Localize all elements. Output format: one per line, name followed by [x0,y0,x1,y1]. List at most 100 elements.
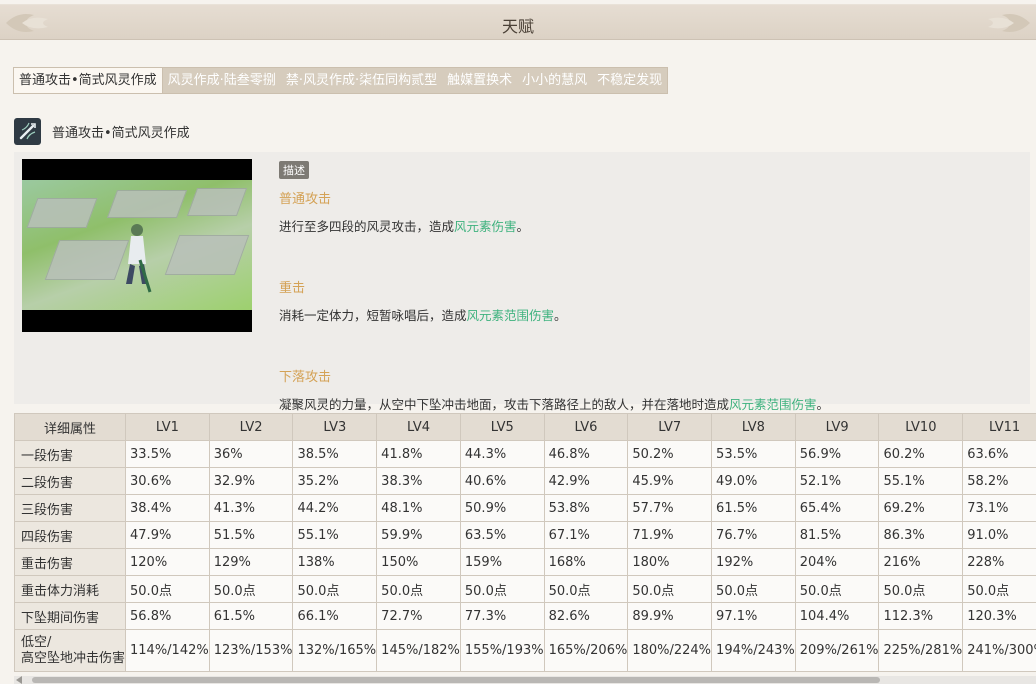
table-cell: 50.0点 [208,575,294,603]
table-cell: 50.0点 [459,575,545,603]
tab-elemental-burst[interactable]: 禁·风灵作成·柒伍同构贰型 [281,68,442,93]
table-cell: 120.3% [962,602,1036,630]
table-cell: 145%/182% [376,629,461,672]
table-cell: 155%/193% [459,629,545,672]
table-cell: 53.5% [711,440,796,468]
row-header: 三段伤害 [13,494,127,522]
column-header: LV11 [962,413,1036,441]
column-header: LV10 [878,413,964,441]
anemo-aoe-highlight: 风元素范围伤害 [729,397,817,412]
table-cell: 63.6% [962,440,1036,468]
ornament-right-icon [988,14,1030,32]
table-row: 重击伤害 120% 129% 138% 150% 159% 168% 180% 192% 204%… [13,548,1036,576]
table-cell: 44.2% [292,494,378,522]
table-cell: 180%/224% [627,629,713,672]
skill-preview-video[interactable] [22,159,252,332]
table-cell: 41.3% [208,494,294,522]
table-cell: 112.3% [878,602,964,630]
table-cell: 204% [794,548,880,576]
table-cell: 150% [376,548,461,576]
table-cell: 209%/261% [794,629,880,672]
table-cell: 225%/281% [878,629,964,672]
table-cell: 55.1% [878,467,964,495]
table-cell: 89.9% [627,602,713,630]
table-cell: 63.5% [459,521,545,549]
column-header: LV1 [125,413,210,441]
table-cell: 129% [208,548,294,576]
table-cell: 51.5% [208,521,294,549]
table-cell: 71.9% [627,521,713,549]
table-cell: 81.5% [794,521,880,549]
table-cell: 72.7% [376,602,461,630]
table-cell: 49.0% [711,467,796,495]
table-cell: 30.6% [125,467,210,495]
table-cell: 38.5% [292,440,378,468]
table-cell: 241%/300% [962,629,1036,672]
tab-normal-attack[interactable]: 普通攻击•简式风灵作成 [14,68,163,93]
table-cell: 33.5% [125,440,210,468]
table-cell: 165%/206% [543,629,629,672]
text-segment: 进行至多四段的风灵攻击，造成 [279,219,455,234]
table-cell: 32.9% [208,467,294,495]
table-cell: 65.4% [794,494,880,522]
table-cell: 132%/165% [292,629,378,672]
table-cell: 194%/243% [711,629,796,672]
column-header: LV9 [794,413,880,441]
anemo-aoe-highlight: 风元素范围伤害 [466,308,555,323]
section-title-plunging-attack: 下落攻击 [279,370,332,385]
row-header-line: 高空坠地冲击伤害 [21,650,126,666]
tab-passive-3[interactable]: 不稳定发现 [592,68,667,93]
section-text-plunging-attack: 凝聚风灵的力量，从空中下坠冲击地面，攻击下落路径上的敌人，并在落地时造成风元素范… [279,394,1019,413]
table-cell: 50.0点 [292,575,378,603]
description-body: 描述 普通攻击 进行至多四段的风灵攻击，造成风元素伤害。 重击 消耗一定体力，短… [279,161,1019,413]
row-header: 低空/高空坠地冲击伤害 [13,629,127,672]
horizontal-scrollbar[interactable] [14,676,1036,684]
table-cell: 192% [711,548,796,576]
scroll-left-icon[interactable] [16,676,22,684]
table-cell: 50.2% [627,440,713,468]
row-header: 四段伤害 [13,521,127,549]
column-header: 详细属性 [13,413,127,441]
column-header: LV5 [459,413,545,441]
table-cell: 50.0点 [627,575,713,603]
tab-elemental-skill[interactable]: 风灵作成·陆叁零捌 [163,68,281,93]
skill-heading: 普通攻击•简式风灵作成 [14,117,190,145]
table-cell: 77.3% [459,602,545,630]
tab-passive-1[interactable]: 触媒置换术 [442,68,517,93]
table-cell: 69.2% [878,494,964,522]
table-cell: 41.8% [376,440,461,468]
table-cell: 44.3% [459,440,545,468]
wind-sword-icon [14,117,41,145]
table-cell: 40.6% [459,467,545,495]
table-cell: 47.9% [125,521,210,549]
text-segment: 凝聚风灵的力量，从空中下坠冲击地面，攻击下落路径上的敌人，并在落地时造成 [279,397,730,412]
table-row: 三段伤害 38.4% 41.3% 44.2% 48.1% 50.9% 53.8% 57.7% 6… [13,494,1036,522]
table-cell: 38.4% [125,494,210,522]
column-header: LV2 [208,413,294,441]
table-cell: 59.9% [376,521,461,549]
table-cell: 35.2% [292,467,378,495]
scrollbar-thumb[interactable] [32,677,880,683]
table-cell: 168% [543,548,629,576]
table-cell: 36% [208,440,294,468]
table-cell: 45.9% [627,467,713,495]
table-cell: 76.7% [711,521,796,549]
anemo-damage-highlight: 风元素伤害 [454,219,517,234]
column-header: LV7 [627,413,713,441]
row-header: 一段伤害 [13,440,127,468]
row-header: 二段伤害 [13,467,127,495]
table-row: 二段伤害 30.6% 32.9% 35.2% 38.3% 40.6% 42.9% 45.9% 4… [13,467,1036,495]
table-cell: 58.2% [962,467,1036,495]
section-title: 天赋 [501,17,534,36]
column-header: LV3 [292,413,378,441]
table-cell: 57.7% [627,494,713,522]
table-cell: 97.1% [711,602,796,630]
preview-scene [22,180,252,310]
table-row: 下坠期间伤害 56.8% 61.5% 66.1% 72.7% 77.3% 82.6% 89.9… [13,602,1036,630]
tab-passive-2[interactable]: 小小的慧风 [517,68,592,93]
table-cell: 50.9% [459,494,545,522]
row-header: 重击体力消耗 [13,575,127,603]
row-header: 下坠期间伤害 [13,602,127,630]
table-cell: 67.1% [543,521,629,549]
table-row: 四段伤害 47.9% 51.5% 55.1% 59.9% 63.5% 67.1% 71.9% 7… [13,521,1036,549]
